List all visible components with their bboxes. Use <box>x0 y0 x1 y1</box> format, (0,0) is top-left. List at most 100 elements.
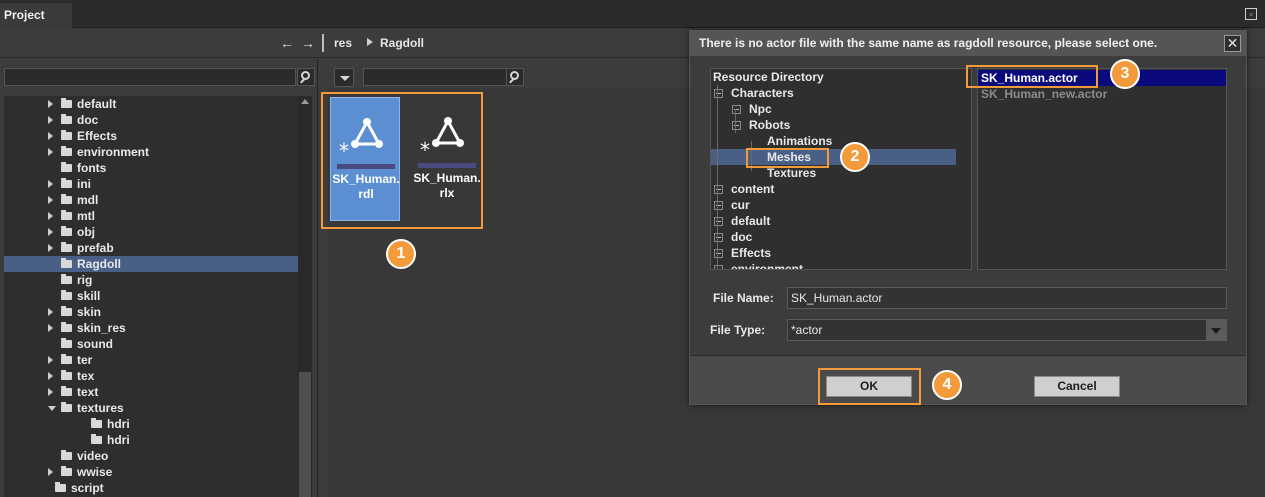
expand-toggle-icon[interactable] <box>714 217 723 226</box>
tree-item[interactable]: mdl <box>4 192 298 208</box>
step-badge-1: 1 <box>386 239 416 269</box>
tree-item[interactable]: textures <box>4 400 298 416</box>
actor-file-item[interactable]: SK_Human_new.actor <box>978 86 1226 102</box>
expand-toggle-icon[interactable] <box>714 233 723 242</box>
tree-item[interactable]: fonts <box>4 160 298 176</box>
close-icon[interactable]: ✕ <box>1224 35 1241 52</box>
file-type-select[interactable]: *actor <box>787 319 1227 341</box>
breadcrumb-res[interactable]: res <box>334 36 352 50</box>
expand-toggle-icon[interactable] <box>714 89 723 98</box>
directory-item[interactable]: Robots <box>711 117 956 133</box>
tree-item[interactable]: skill <box>4 288 298 304</box>
tree-item[interactable]: doc <box>4 112 298 128</box>
chevron-right-icon[interactable] <box>48 244 53 252</box>
expand-toggle-icon[interactable] <box>714 185 723 194</box>
tree-item[interactable]: mtl <box>4 208 298 224</box>
expand-toggle-icon[interactable] <box>732 105 741 114</box>
file-search-icon[interactable] <box>506 68 524 86</box>
tree-item[interactable]: ter <box>4 352 298 368</box>
expand-toggle-icon[interactable] <box>714 249 723 258</box>
tree-item[interactable]: Effects <box>4 128 298 144</box>
chevron-down-icon[interactable] <box>1206 320 1226 340</box>
breadcrumb-chevron-icon <box>367 38 373 46</box>
dialog-title: There is no actor file with the same nam… <box>690 31 1246 56</box>
chevron-down-icon[interactable] <box>48 406 56 411</box>
cancel-button[interactable]: Cancel <box>1034 376 1120 397</box>
chevron-right-icon[interactable] <box>48 116 53 124</box>
breadcrumb-ragdoll[interactable]: Ragdoll <box>380 36 424 50</box>
ok-button[interactable]: OK <box>826 376 912 397</box>
directory-item[interactable]: cur <box>711 197 956 213</box>
chevron-right-icon[interactable] <box>48 132 53 140</box>
chevron-right-icon[interactable] <box>48 100 53 108</box>
tree-item[interactable]: text <box>4 384 298 400</box>
directory-item[interactable]: content <box>711 181 956 197</box>
directory-item[interactable]: doc <box>711 229 956 245</box>
directory-item[interactable]: environment <box>711 261 956 269</box>
actor-file-item[interactable]: SK_Human.actor <box>978 70 1226 86</box>
tree-item[interactable]: default <box>4 96 298 112</box>
directory-item-label: Meshes <box>767 150 812 164</box>
tree-item[interactable]: rig <box>4 272 298 288</box>
svg-text:*: * <box>420 138 430 162</box>
directory-item[interactable]: Meshes <box>711 149 956 165</box>
chevron-right-icon[interactable] <box>48 356 53 364</box>
file-name-label: File Name: <box>713 291 774 305</box>
chevron-right-icon[interactable] <box>48 372 53 380</box>
tree-item[interactable]: wwise <box>4 464 298 480</box>
file-search-input[interactable] <box>363 68 509 86</box>
folder-icon <box>61 274 72 284</box>
tree-item[interactable]: hdri <box>4 416 298 432</box>
tree-item[interactable]: skin_res <box>4 320 298 336</box>
back-arrow-icon[interactable]: ← <box>280 35 294 51</box>
chevron-right-icon[interactable] <box>48 212 53 220</box>
folder-icon <box>61 146 72 156</box>
view-dropdown-button[interactable] <box>334 68 354 87</box>
directory-item-label: Textures <box>767 166 817 180</box>
directory-item[interactable]: Textures <box>711 165 956 181</box>
tree-item[interactable]: hdri <box>4 432 298 448</box>
chevron-right-icon[interactable] <box>48 180 53 188</box>
tree-search-input[interactable] <box>4 68 296 86</box>
file-name-rlx: SK_Human.rlx <box>413 171 481 200</box>
tab-project[interactable]: Project <box>0 3 72 28</box>
tree-item[interactable]: prefab <box>4 240 298 256</box>
tree-scrollbar[interactable] <box>298 96 312 497</box>
tree-item[interactable]: obj <box>4 224 298 240</box>
chevron-right-icon[interactable] <box>48 468 53 476</box>
directory-item[interactable]: Resource Directory <box>711 69 956 85</box>
tree-item[interactable]: environment <box>4 144 298 160</box>
expand-toggle-icon[interactable] <box>732 121 741 130</box>
tree-item[interactable]: Ragdoll <box>4 256 298 272</box>
chevron-right-icon[interactable] <box>48 324 53 332</box>
file-name-field[interactable]: SK_Human.actor <box>787 287 1227 309</box>
tree-item[interactable]: skin <box>4 304 298 320</box>
expand-toggle-icon[interactable] <box>714 265 723 269</box>
expand-toggle-icon[interactable] <box>714 201 723 210</box>
directory-item[interactable]: Effects <box>711 245 956 261</box>
tree-item-label: hdri <box>107 433 130 447</box>
directory-item[interactable]: Npc <box>711 101 956 117</box>
chevron-right-icon[interactable] <box>48 196 53 204</box>
tree-item[interactable]: video <box>4 448 298 464</box>
file-item-rdl[interactable]: * SK_Human.rdl <box>330 97 400 221</box>
restore-panel-icon[interactable]: ▫ <box>1245 8 1257 20</box>
directory-item-label: doc <box>731 230 753 244</box>
chevron-right-icon[interactable] <box>48 308 53 316</box>
directory-item[interactable]: Animations <box>711 133 956 149</box>
chevron-right-icon[interactable] <box>48 388 53 396</box>
tree-item[interactable]: tex <box>4 368 298 384</box>
directory-item-label: Resource Directory <box>713 70 824 84</box>
directory-item[interactable]: Characters <box>711 85 956 101</box>
chevron-right-icon[interactable] <box>48 228 53 236</box>
tree-item[interactable]: sound <box>4 336 298 352</box>
tree-item[interactable]: script <box>4 480 298 496</box>
chevron-right-icon[interactable] <box>48 148 53 156</box>
tree-item[interactable]: ini <box>4 176 298 192</box>
folder-icon <box>61 338 72 348</box>
file-item-rlx[interactable]: * SK_Human.rlx <box>412 97 482 221</box>
actor-file-label: SK_Human.actor <box>981 71 1078 85</box>
forward-arrow-icon[interactable]: → <box>301 35 315 51</box>
directory-item[interactable]: default <box>711 213 956 229</box>
search-icon[interactable] <box>297 68 315 86</box>
